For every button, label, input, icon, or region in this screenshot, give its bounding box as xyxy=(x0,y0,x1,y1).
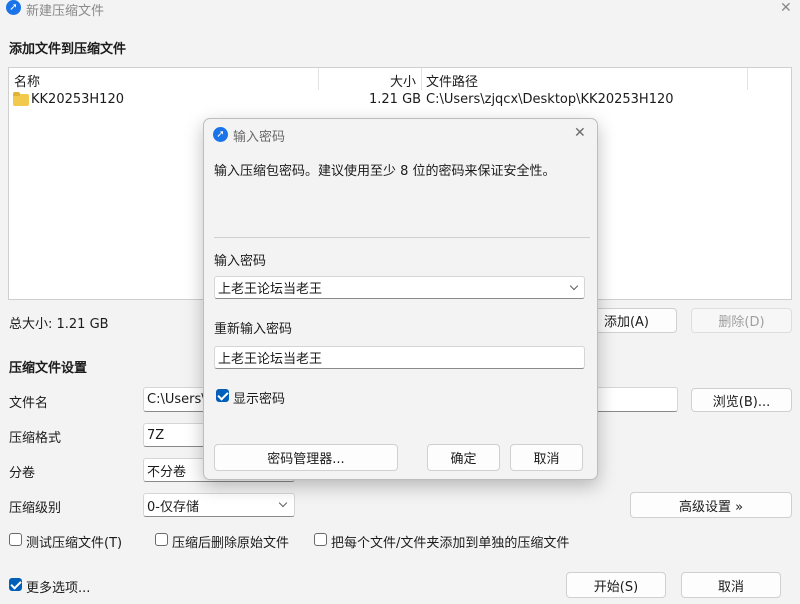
dialog-close-icon[interactable]: ✕ xyxy=(574,125,586,141)
delete-button[interactable]: 删除(D) xyxy=(691,308,792,333)
dialog-app-icon: ➚ xyxy=(213,127,228,142)
separate-archives-checkbox[interactable] xyxy=(314,533,327,546)
column-header-name[interactable]: 名称 xyxy=(14,71,40,90)
chevron-down-icon xyxy=(278,498,288,508)
browse-button[interactable]: 浏览(B)... xyxy=(691,388,792,412)
column-divider xyxy=(421,68,422,90)
filename-label: 文件名 xyxy=(9,396,49,411)
app-icon: ➚ xyxy=(6,0,21,15)
level-value: 0-仅存储 xyxy=(147,499,199,515)
password-input[interactable]: 上老王论坛当老王 xyxy=(214,276,585,299)
window-title: 新建压缩文件 xyxy=(26,4,105,19)
title-bar: ➚ 新建压缩文件 ✕ xyxy=(0,0,800,19)
folder-icon-tab xyxy=(13,92,20,96)
separate-archives-label: 把每个文件/文件夹添加到单独的压缩文件 xyxy=(331,536,570,551)
password-manager-button[interactable]: 密码管理器... xyxy=(214,444,398,471)
test-archive-checkbox[interactable] xyxy=(9,533,22,546)
password-label: 输入密码 xyxy=(214,254,267,269)
column-header-path[interactable]: 文件路径 xyxy=(426,71,478,90)
table-row[interactable]: KK20253H120 1.21 GB C:\Users\zjqcx\Deskt… xyxy=(9,90,791,110)
dialog-title: 输入密码 xyxy=(233,130,286,145)
level-label: 压缩级别 xyxy=(9,501,62,516)
settings-header: 压缩文件设置 xyxy=(9,361,88,376)
delete-after-checkbox[interactable] xyxy=(155,533,168,546)
filename-value: C:\Users\ xyxy=(147,392,206,407)
column-divider xyxy=(747,68,748,90)
volume-label: 分卷 xyxy=(9,466,36,481)
test-archive-label: 测试压缩文件(T) xyxy=(26,536,123,551)
password-value: 上老王论坛当老王 xyxy=(218,282,323,297)
ok-button[interactable]: 确定 xyxy=(427,444,500,471)
volume-value: 不分卷 xyxy=(147,464,187,480)
more-options-label: 更多选项... xyxy=(26,581,91,596)
level-select[interactable]: 0-仅存储 xyxy=(143,493,295,517)
file-path: C:\Users\zjqcx\Desktop\KK20253H120 xyxy=(426,92,674,107)
password-dialog: ➚ 输入密码 ✕ 输入压缩包密码。建议使用至少 8 位的密码来保证安全性。 输入… xyxy=(203,118,598,480)
chevron-down-icon[interactable] xyxy=(569,281,579,291)
total-size: 总大小: 1.21 GB xyxy=(9,317,109,332)
column-divider xyxy=(318,68,319,90)
dialog-message: 输入压缩包密码。建议使用至少 8 位的密码来保证安全性。 xyxy=(214,164,556,179)
reenter-password-input[interactable]: 上老王论坛当老王 xyxy=(214,346,585,369)
column-header-size[interactable]: 大小 xyxy=(390,71,416,90)
format-label: 压缩格式 xyxy=(9,431,62,446)
file-size: 1.21 GB xyxy=(369,92,422,107)
show-password-label: 显示密码 xyxy=(233,392,286,407)
dialog-divider xyxy=(214,237,590,238)
reenter-password-value: 上老王论坛当老王 xyxy=(218,352,323,367)
advanced-settings-button[interactable]: 高级设置 » xyxy=(630,492,792,518)
files-section-header: 添加文件到压缩文件 xyxy=(9,42,127,57)
cancel-button[interactable]: 取消 xyxy=(681,572,781,598)
format-value: 7Z xyxy=(147,427,165,443)
window-close-icon[interactable]: ✕ xyxy=(780,0,792,16)
table-header: 名称 大小 文件路径 xyxy=(9,68,791,90)
reenter-password-label: 重新输入密码 xyxy=(214,322,293,337)
file-name: KK20253H120 xyxy=(31,92,124,107)
dialog-cancel-button[interactable]: 取消 xyxy=(510,444,583,471)
more-options-checkbox[interactable] xyxy=(9,578,22,591)
show-password-checkbox[interactable] xyxy=(216,389,229,402)
start-button[interactable]: 开始(S) xyxy=(566,572,666,598)
delete-after-label: 压缩后删除原始文件 xyxy=(172,536,290,551)
